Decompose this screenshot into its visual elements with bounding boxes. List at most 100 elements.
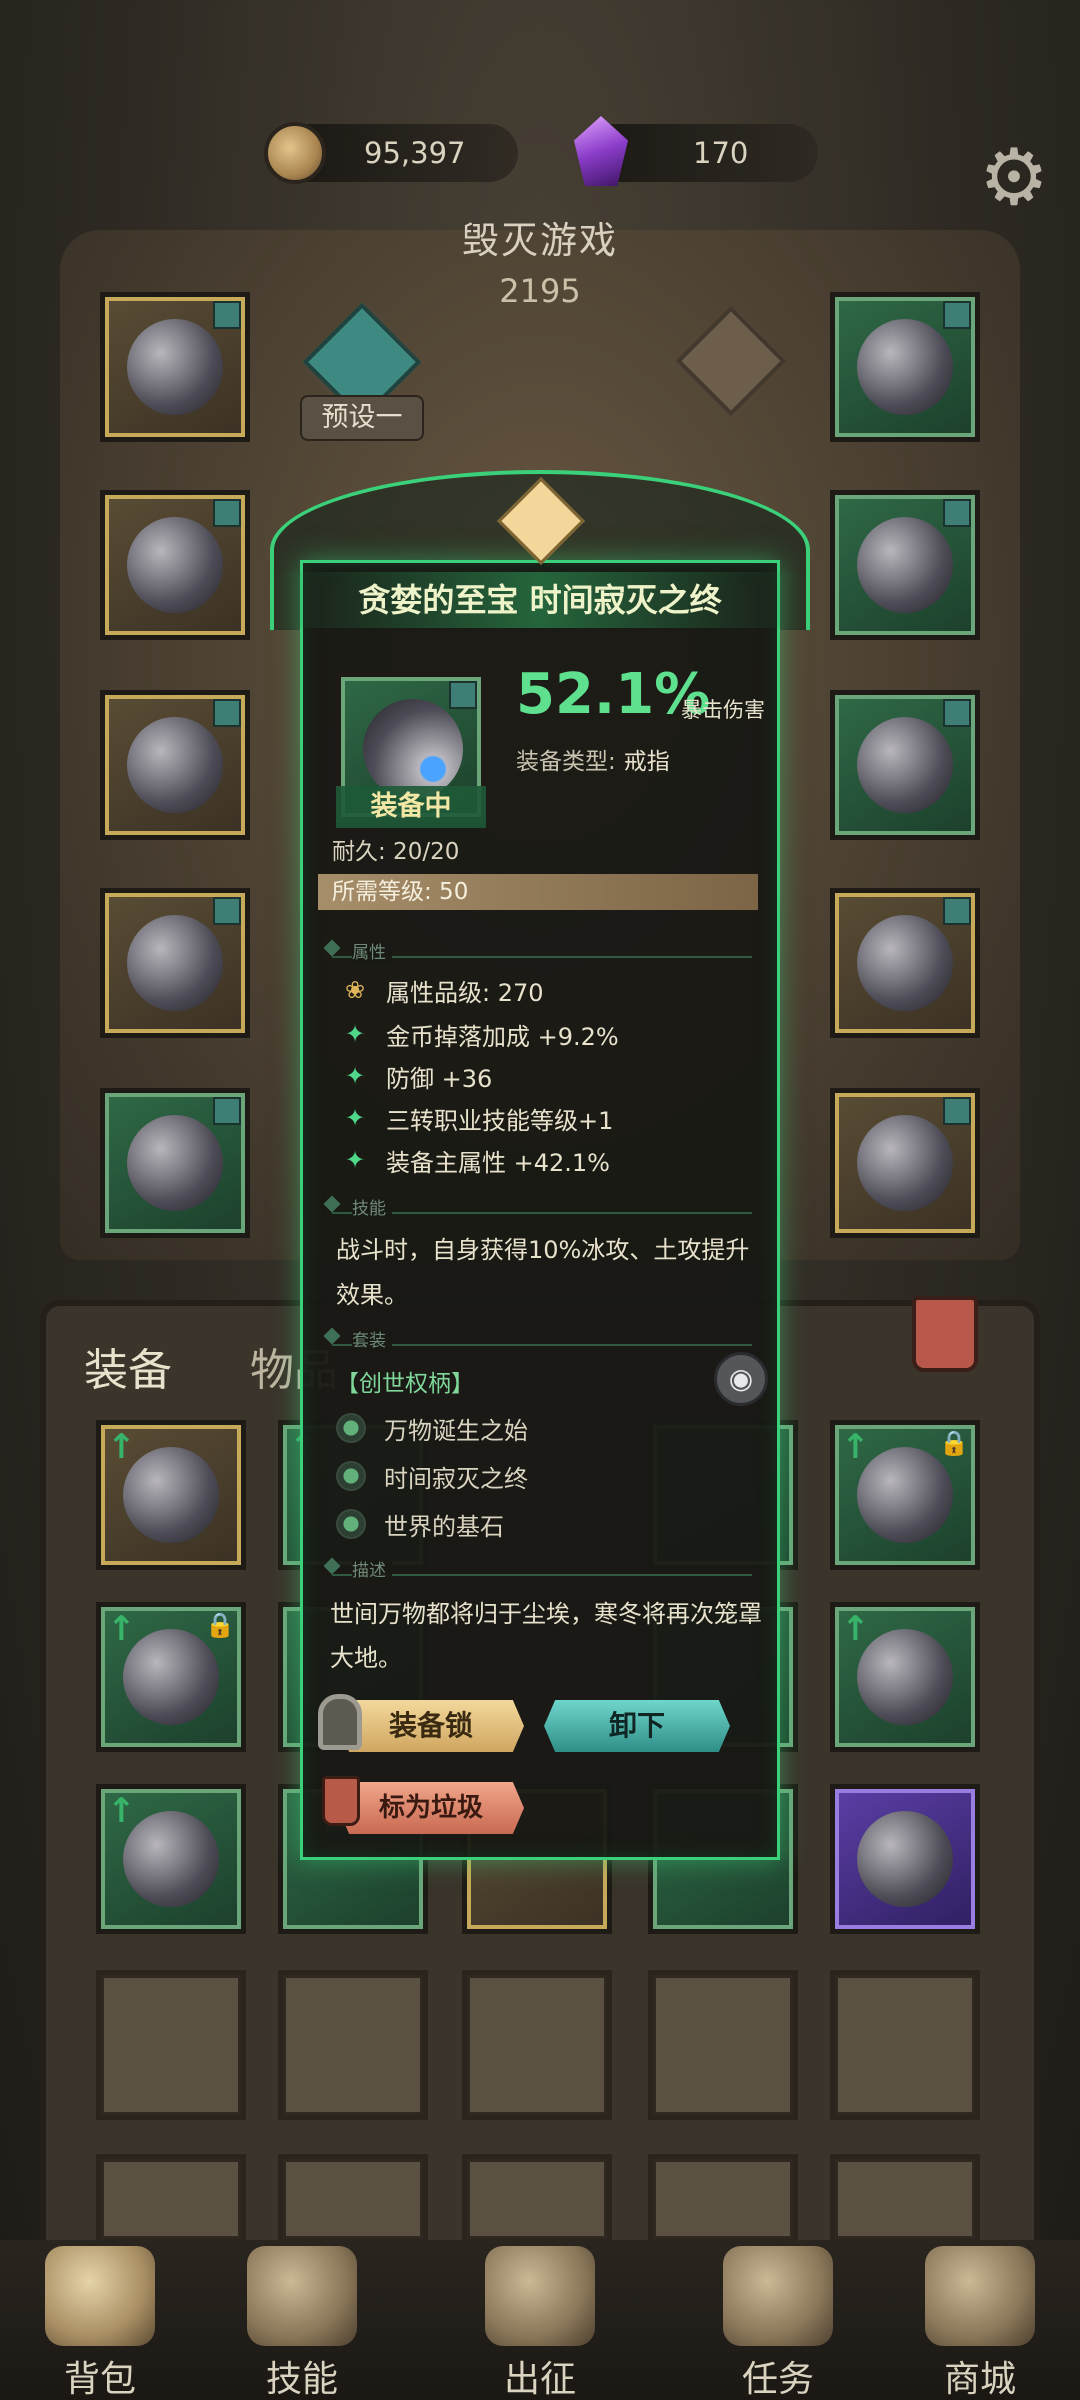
gem-amount: 170 — [693, 136, 749, 170]
equip-slot-ring-1[interactable] — [830, 490, 980, 640]
ring-icon — [363, 699, 463, 799]
gold-coin-icon — [264, 122, 326, 184]
eye-icon[interactable]: ◉ — [714, 1352, 768, 1406]
padlock-icon — [318, 1694, 362, 1750]
tab-equipment[interactable]: 装备 — [84, 1334, 172, 1398]
equip-slot-gloves[interactable] — [100, 690, 250, 840]
scroll-icon — [723, 2246, 833, 2346]
gauntlet-icon — [857, 1811, 953, 1907]
staff-icon — [857, 915, 953, 1011]
slot-tag-icon — [943, 897, 971, 925]
upgrade-arrow-icon: ↑ — [841, 1427, 870, 1467]
set-item: 世界的基石 — [336, 1506, 504, 1542]
lock-icon: 🔒 — [939, 1429, 969, 1457]
section-attributes-label: 属性 — [352, 943, 392, 963]
inventory-item[interactable]: ↑ — [830, 1602, 980, 1752]
durability: 耐久: 20/20 — [332, 839, 460, 865]
slot-tag-icon — [213, 301, 241, 329]
inventory-empty-slot[interactable] — [96, 1970, 246, 2120]
gold-amount: 95,397 — [364, 136, 466, 170]
equip-slot-necklace[interactable] — [830, 292, 980, 442]
nav-backpack[interactable]: 背包 — [20, 2246, 180, 2400]
amulet-icon — [123, 1629, 219, 1725]
nav-skills[interactable]: 技能 — [222, 2246, 382, 2400]
attribute-text: 金币掉落加成 +9.2% — [386, 1022, 619, 1051]
section-skill: 技能 — [332, 1194, 752, 1219]
inventory-item[interactable]: ↑ — [96, 1784, 246, 1934]
section-skill-label: 技能 — [352, 1199, 392, 1219]
set-item-label: 万物诞生之始 — [384, 1416, 528, 1445]
nav-label: 背包 — [63, 2359, 136, 2400]
equip-type-value: 戒指 — [623, 749, 670, 775]
trash-bin-icon[interactable] — [912, 1296, 978, 1372]
main-stat-label: 暴击伤害 — [681, 698, 765, 722]
equip-lock-button[interactable]: 装备锁 — [338, 1700, 524, 1752]
lotus-icon: ❀ — [344, 976, 366, 1004]
slot-tag-icon — [213, 897, 241, 925]
inventory-empty-slot[interactable] — [462, 2154, 612, 2244]
set-dot-icon — [336, 1461, 366, 1491]
inventory-item[interactable]: ↑ 🔒 — [830, 1420, 980, 1570]
gloves-icon — [127, 717, 223, 813]
nav-label: 技能 — [265, 2359, 338, 2400]
pants-icon — [127, 915, 223, 1011]
section-set-label: 套装 — [352, 1331, 392, 1351]
nav-label: 任务 — [741, 2359, 814, 2400]
item-description: 世间万物都将归于尘埃，寒冬将再次笼罩大地。 — [330, 1600, 762, 1672]
gold-counter: 95,397 — [264, 122, 518, 184]
preset-button[interactable]: 预设一 — [300, 395, 424, 441]
orb-book-icon — [857, 1115, 953, 1211]
equip-slot-helmet[interactable] — [100, 292, 250, 442]
unequip-button[interactable]: 卸下 — [544, 1700, 730, 1752]
nav-shop[interactable]: 商城 — [900, 2246, 1060, 2400]
inventory-empty-slot[interactable] — [462, 1970, 612, 2120]
section-set: 套装 — [332, 1326, 752, 1351]
attribute-row: ✦ 防御 +36 — [340, 1058, 492, 1094]
sparkle-icon: ✦ — [344, 1062, 366, 1090]
inventory-empty-slot[interactable] — [648, 2154, 798, 2244]
equip-slot-armor[interactable] — [100, 490, 250, 640]
mark-as-trash-button[interactable]: 标为垃圾 — [338, 1782, 524, 1834]
equip-slot-boots[interactable] — [100, 1088, 250, 1238]
inventory-item[interactable] — [830, 1784, 980, 1934]
equip-slot-weapon[interactable] — [830, 888, 980, 1038]
attribute-text: 装备主属性 +42.1% — [386, 1148, 610, 1177]
sparkle-icon: ✦ — [344, 1146, 366, 1174]
attribute-row: ❀ 属性品级: 270 — [340, 972, 544, 1008]
slot-tag-icon — [943, 1097, 971, 1125]
slot-tag-icon — [213, 1097, 241, 1125]
boots-icon — [127, 1115, 223, 1211]
equip-slot-ring-2[interactable] — [830, 690, 980, 840]
equipped-badge: 装备中 — [336, 786, 486, 828]
ring-icon — [123, 1811, 219, 1907]
settings-gear-icon[interactable]: ⚙ — [972, 136, 1056, 220]
inventory-empty-slot[interactable] — [830, 2154, 980, 2244]
inventory-empty-slot[interactable] — [278, 2154, 428, 2244]
equip-slot-pants[interactable] — [100, 888, 250, 1038]
lantern-icon — [857, 1629, 953, 1725]
nav-expedition[interactable]: 出征 — [460, 2246, 620, 2400]
inventory-empty-slot[interactable] — [278, 1970, 428, 2120]
set-name: 【创世权柄】 — [336, 1371, 474, 1397]
shop-crown-icon — [925, 2246, 1035, 2346]
equip-slot-offhand[interactable] — [830, 1088, 980, 1238]
inventory-item[interactable]: ↑ — [96, 1420, 246, 1570]
sparkle-icon: ✦ — [344, 1104, 366, 1132]
item-name: 贪婪的至宝 时间寂灭之终 — [270, 572, 810, 628]
attribute-text: 三转职业技能等级+1 — [386, 1106, 614, 1135]
set-item: 万物诞生之始 — [336, 1410, 528, 1446]
attribute-text: 属性品级: 270 — [386, 978, 544, 1007]
inventory-empty-slot[interactable] — [830, 1970, 980, 2120]
lock-icon: 🔒 — [205, 1611, 235, 1639]
upgrade-arrow-icon: ↑ — [107, 1609, 136, 1649]
bow-icon — [123, 1447, 219, 1543]
inventory-item[interactable]: ↑ 🔒 — [96, 1602, 246, 1752]
nav-quests[interactable]: 任务 — [698, 2246, 858, 2400]
inventory-empty-slot[interactable] — [96, 2154, 246, 2244]
inventory-empty-slot[interactable] — [648, 1970, 798, 2120]
slot-tag-icon — [943, 699, 971, 727]
section-attributes: 属性 — [332, 938, 752, 963]
set-item-label: 世界的基石 — [384, 1512, 504, 1541]
page-title: 毁灭游戏 — [462, 219, 618, 262]
attribute-row: ✦ 装备主属性 +42.1% — [340, 1142, 610, 1178]
